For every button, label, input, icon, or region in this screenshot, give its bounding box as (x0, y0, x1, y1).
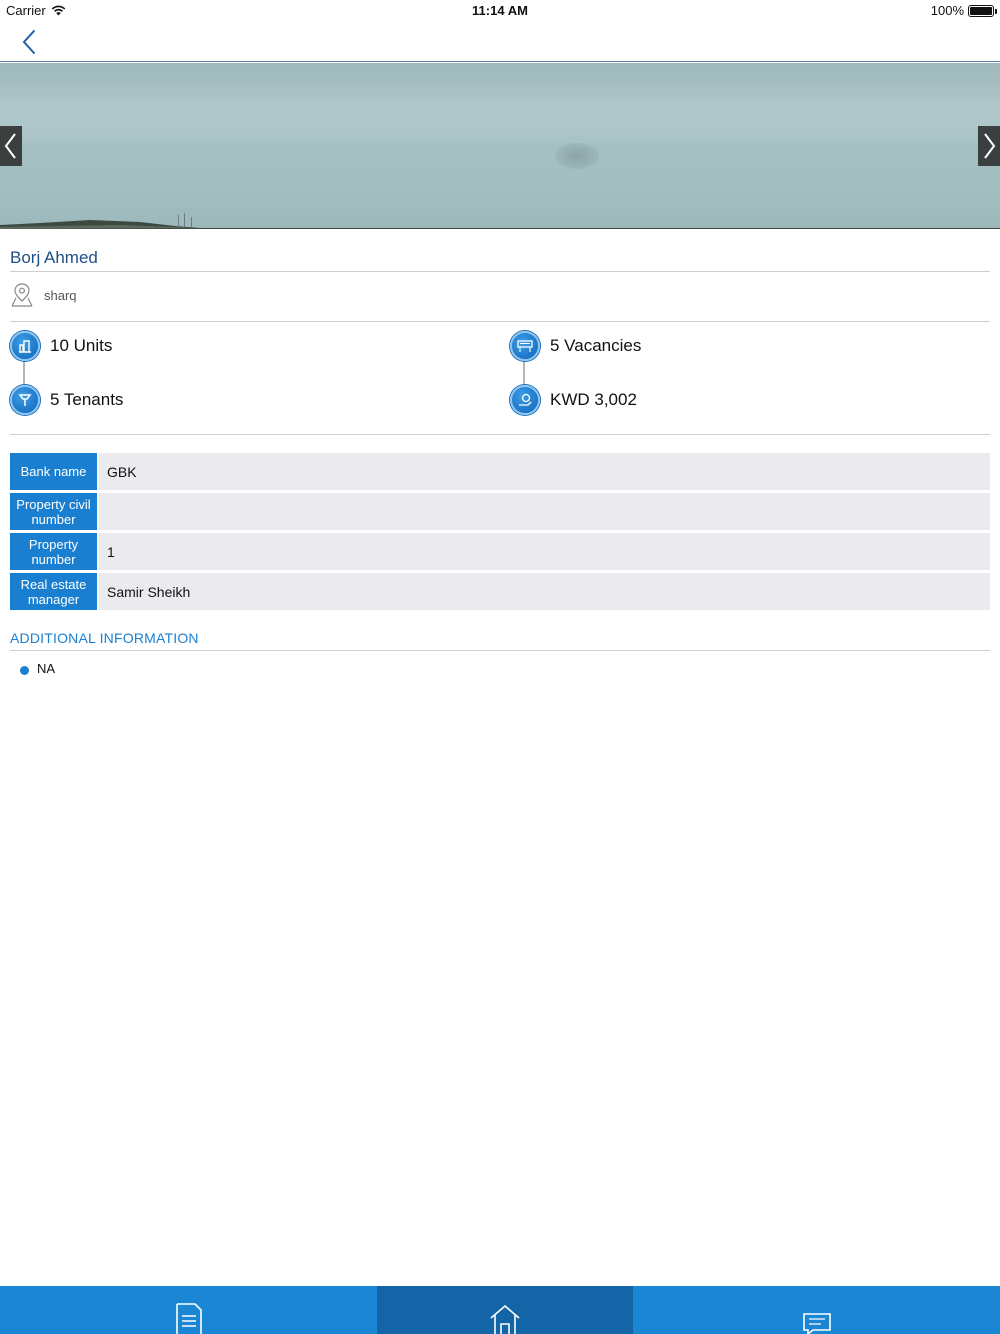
chat-icon (802, 1313, 831, 1334)
tab-messages[interactable] (633, 1286, 1000, 1334)
property-title: Borj Ahmed (10, 248, 98, 267)
additional-info-text: NA (37, 661, 56, 676)
units-stat: 10 Units (10, 331, 112, 361)
back-button[interactable] (16, 26, 46, 58)
stats-divider (10, 434, 990, 435)
detail-value: GBK (99, 453, 990, 490)
photo-smudge (555, 143, 599, 169)
rent-stat: KWD 3,002 (510, 385, 637, 415)
stat-connector-left (23, 361, 25, 385)
tab-bar (0, 1286, 1000, 1334)
detail-row-bank: Bank name GBK (10, 453, 990, 490)
photo-haze (0, 83, 1000, 143)
detail-row-civil-number: Property civil number (10, 493, 990, 530)
building-icon (10, 331, 40, 361)
tab-home[interactable] (377, 1286, 633, 1334)
photo-prev-button[interactable] (0, 126, 22, 166)
detail-row-property-number: Property number 1 (10, 533, 990, 570)
chevron-left-icon (22, 30, 35, 54)
detail-row-manager: Real estate manager Samir Sheikh (10, 573, 990, 610)
detail-value: 1 (99, 533, 990, 570)
vacancies-stat: 5 Vacancies (510, 331, 641, 361)
bullet-icon (20, 665, 29, 675)
vacancy-sign-icon (510, 331, 540, 361)
location-row: sharq (10, 282, 77, 308)
tenants-stat: 5 Tenants (10, 385, 123, 415)
additional-info-item: NA (20, 661, 55, 676)
additional-info-title: ADDITIONAL INFORMATION (10, 630, 199, 646)
home-icon (490, 1304, 520, 1334)
tab-documents[interactable] (0, 1286, 377, 1334)
detail-value (99, 493, 990, 530)
detail-label: Property number (10, 533, 97, 570)
rent-amount: KWD 3,002 (550, 390, 637, 409)
battery-percent: 100% (930, 3, 964, 18)
photo-next-button[interactable] (978, 126, 1000, 166)
detail-label: Bank name (10, 453, 97, 490)
location-divider (10, 321, 990, 322)
battery-icon (968, 4, 997, 17)
map-pin-icon (11, 283, 33, 307)
units-count: 10 Units (50, 336, 113, 355)
status-bar: Carrier 11:14 AM 100% (0, 0, 1000, 22)
tenants-count: 5 Tenants (50, 390, 124, 409)
vacancies-count: 5 Vacancies (550, 336, 642, 355)
location-text: sharq (44, 287, 77, 303)
detail-value: Samir Sheikh (99, 573, 990, 610)
detail-label: Property civil number (10, 493, 97, 530)
navigation-bar (0, 22, 1000, 62)
tenant-icon (10, 385, 40, 415)
chevron-left-icon (4, 133, 16, 159)
property-photo[interactable] (0, 63, 1000, 229)
detail-label: Real estate manager (10, 573, 97, 610)
title-divider (10, 271, 990, 272)
battery-indicator: 100% (930, 3, 997, 18)
clock: 11:14 AM (472, 3, 528, 18)
money-icon (510, 385, 540, 415)
stat-connector-right (523, 361, 525, 385)
additional-divider (10, 650, 990, 651)
photo-landscape (0, 213, 1000, 229)
document-icon (175, 1303, 202, 1334)
chevron-right-icon (984, 133, 996, 159)
